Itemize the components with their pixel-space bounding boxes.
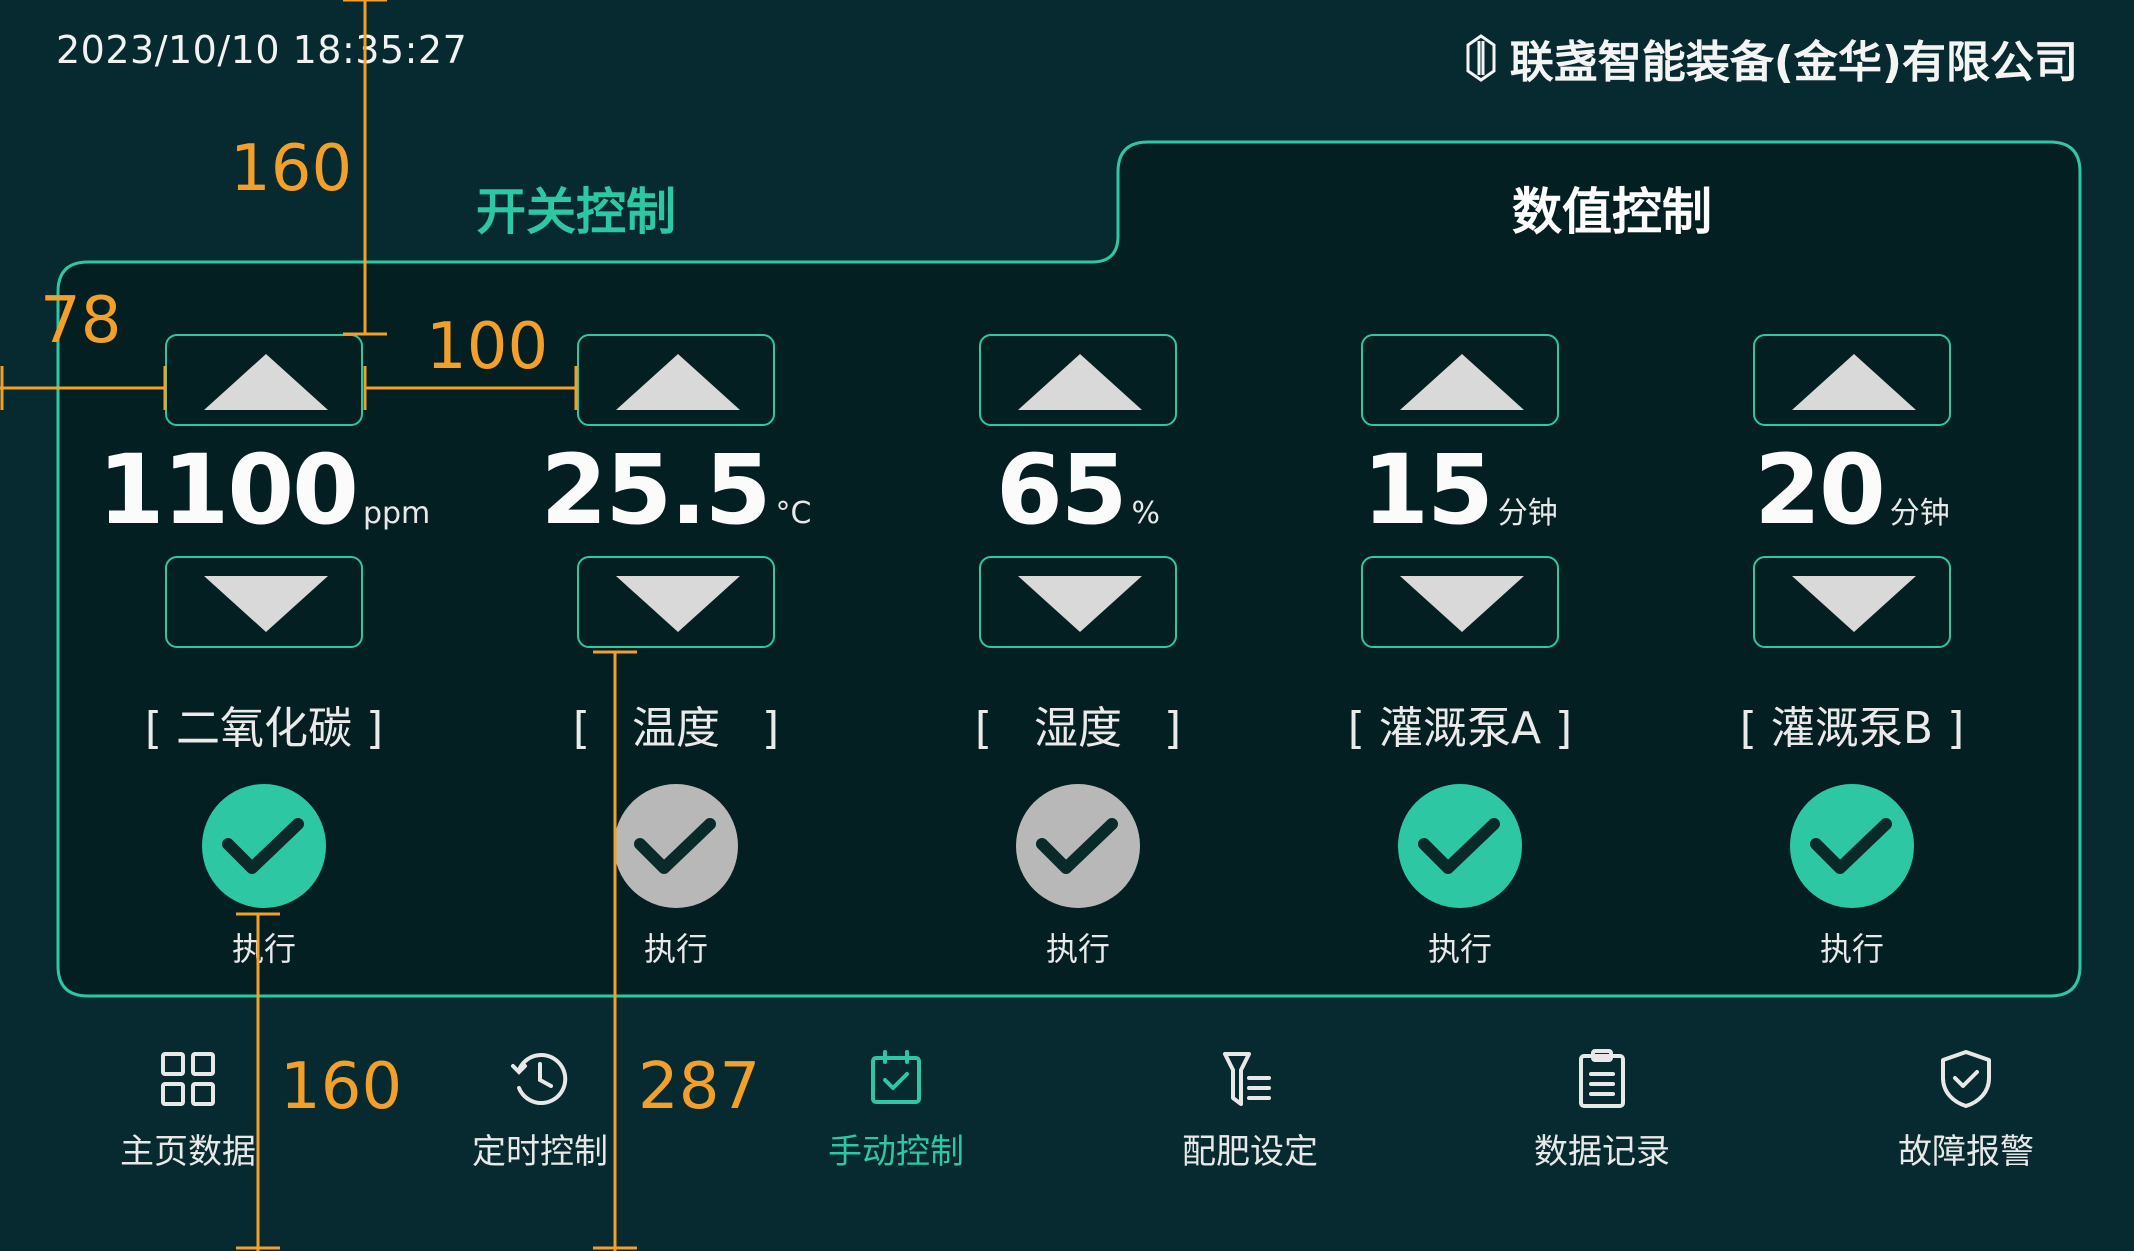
nav-label: 配肥设定: [1182, 1132, 1318, 1172]
triangle-down-icon: [1018, 576, 1142, 632]
triangle-down-icon: [1400, 576, 1524, 632]
funnel-list-icon: [1223, 1052, 1271, 1106]
tab-value-control[interactable]: 数值控制: [1512, 172, 1712, 244]
value-readout: 1100 ppm: [64, 434, 464, 546]
nav-label: 定时控制: [472, 1132, 608, 1172]
tab-switch-control[interactable]: 开关控制: [476, 172, 676, 244]
calendar-check-icon: [871, 1050, 921, 1104]
value-text: 15: [1362, 434, 1494, 546]
unit-text: 分钟: [1497, 496, 1558, 531]
check-circle-icon: [614, 784, 738, 908]
value-text: 25.5: [540, 434, 772, 546]
check-circle-icon: [1016, 784, 1140, 908]
nav-data-records[interactable]: 数据记录: [1492, 1048, 1712, 1173]
execute-label: 执行: [1819, 930, 1884, 968]
value-readout: 25.5 °C: [476, 434, 876, 546]
unit-text: °C: [775, 496, 812, 531]
grid-icon: [161, 1052, 215, 1106]
check-circle-icon: [1790, 784, 1914, 908]
execute-button[interactable]: [1398, 784, 1522, 908]
triangle-down-icon: [616, 576, 740, 632]
annotation-label: 160: [280, 1050, 403, 1124]
annotation-label: 160: [230, 132, 353, 206]
control-label: [ 灌溉泵A ]: [1347, 703, 1573, 754]
nav-home-data[interactable]: 主页数据: [78, 1048, 298, 1173]
triangle-down-icon: [204, 576, 328, 632]
annotation-label: 78: [40, 284, 122, 358]
nav-timer-control[interactable]: 定时控制: [430, 1048, 650, 1173]
value-readout: 20 分钟: [1652, 434, 2052, 546]
execute-label: 执行: [643, 930, 708, 968]
triangle-up-icon: [1400, 354, 1524, 410]
execute-button[interactable]: [1016, 784, 1140, 908]
value-text: 1100: [97, 434, 359, 546]
execute-button[interactable]: [202, 784, 326, 908]
triangle-up-icon: [1792, 354, 1916, 410]
execute-button[interactable]: [614, 784, 738, 908]
triangle-up-icon: [1018, 354, 1142, 410]
unit-text: ppm: [362, 496, 431, 531]
execute-label: 执行: [1427, 930, 1492, 968]
execute-label: 执行: [1045, 930, 1110, 968]
value-text: 65: [995, 434, 1128, 546]
nav-label: 数据记录: [1534, 1132, 1670, 1172]
check-circle-icon: [1398, 784, 1522, 908]
value-readout: 15 分钟: [1260, 434, 1660, 546]
control-label: [ 温度 ]: [572, 703, 780, 754]
decrease-button[interactable]: [165, 556, 363, 648]
nav-fertilizer-settings[interactable]: 配肥设定: [1140, 1048, 1360, 1173]
clipboard-icon: [1579, 1049, 1625, 1108]
increase-button[interactable]: [979, 334, 1177, 426]
nav-manual-control[interactable]: 手动控制: [786, 1048, 1006, 1173]
clock-icon: [511, 1053, 568, 1105]
decrease-button[interactable]: [1361, 556, 1559, 648]
control-label: [ 二氧化碳 ]: [144, 703, 384, 754]
check-circle-icon: [202, 784, 326, 908]
annotation-label: 287: [638, 1050, 761, 1124]
decrease-button[interactable]: [577, 556, 775, 648]
annotation-label: 100: [426, 310, 549, 384]
decrease-button[interactable]: [1753, 556, 1951, 648]
triangle-up-icon: [616, 354, 740, 410]
execute-button[interactable]: [1790, 784, 1914, 908]
increase-button[interactable]: [1361, 334, 1559, 426]
control-label: [ 灌溉泵B ]: [1739, 703, 1965, 754]
triangle-up-icon: [204, 354, 328, 410]
value-readout: 65%: [878, 434, 1278, 546]
nav-fault-alarm[interactable]: 故障报警: [1856, 1048, 2076, 1173]
triangle-down-icon: [1792, 576, 1916, 632]
increase-button[interactable]: [165, 334, 363, 426]
increase-button[interactable]: [577, 334, 775, 426]
value-text: 20: [1754, 434, 1886, 546]
unit-text: 分钟: [1889, 496, 1950, 531]
nav-label: 手动控制: [828, 1132, 964, 1172]
unit-text: %: [1131, 496, 1161, 531]
nav-label: 主页数据: [120, 1132, 256, 1172]
shield-check-icon: [1941, 1050, 1991, 1108]
execute-label: 执行: [231, 930, 296, 968]
control-label: [ 湿度 ]: [974, 703, 1182, 754]
decrease-button[interactable]: [979, 556, 1177, 648]
nav-label: 故障报警: [1898, 1132, 2034, 1172]
increase-button[interactable]: [1753, 334, 1951, 426]
